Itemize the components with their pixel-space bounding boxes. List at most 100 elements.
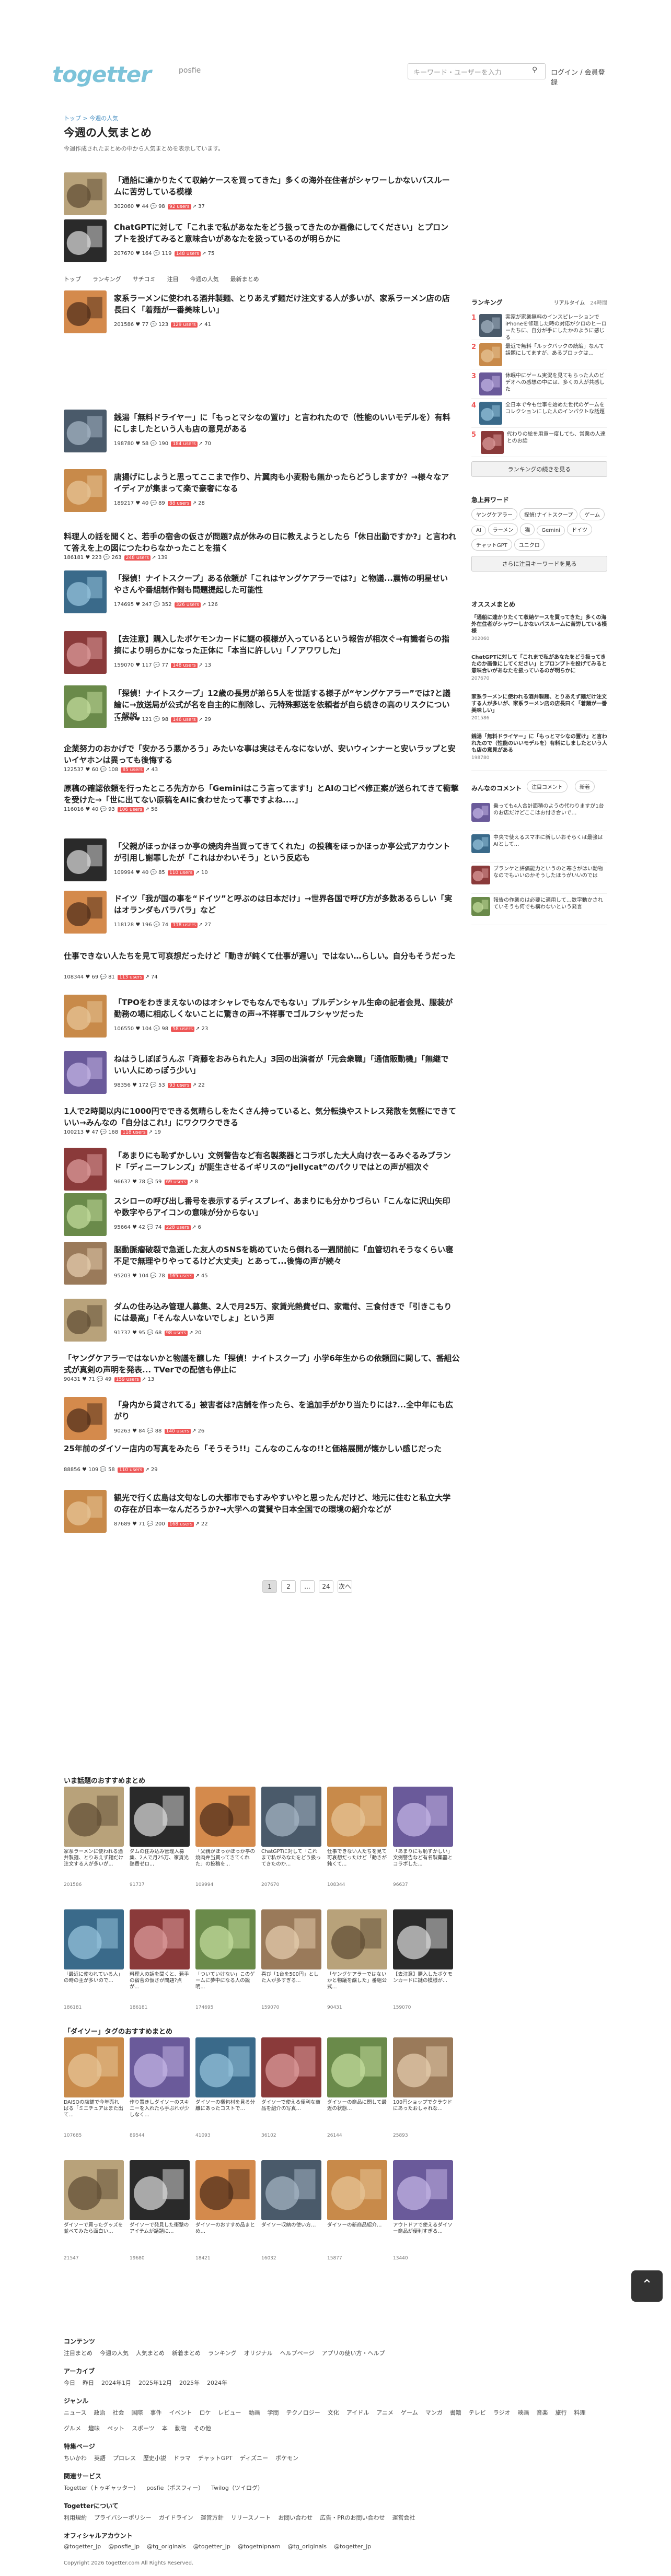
list-item-title[interactable]: 原稿の確認依頼を行ったところ先方から「Geminiはこう言ってます!」とAIのコ…	[64, 783, 461, 806]
list-item[interactable]: 「ヤングケアラーではないかと物議を醸した「探偵！ナイトスクープ」小学6年生からの…	[64, 1350, 461, 1387]
footer-link[interactable]: 2024年	[207, 2379, 227, 2387]
recommend-card[interactable]: 作り置きしダイソーのスキニーを入れたら手ぶれが少しなく… 89544	[130, 2037, 190, 2158]
footer-link[interactable]: ポケモン	[275, 2454, 298, 2462]
footer-link[interactable]: ちいかわ	[64, 2454, 87, 2462]
users-tag[interactable]: 146 users	[171, 717, 198, 722]
list-item-title[interactable]: ドイツ「我が国の事を“ドイツ”と呼ぶのは日本だけ」→世界各国で呼び方が多数あるら…	[114, 893, 454, 916]
users-tag[interactable]: 118 users	[121, 1130, 147, 1135]
list-item[interactable]: 「父親がほっかほっか亭の焼肉弁当買ってきてくれた」の投稿をほっかほっか亭公式アカ…	[64, 838, 461, 883]
comm-tab-new[interactable]: 新着	[575, 780, 595, 792]
recommend-card[interactable]: ダイソーの新商品紹介… 15877	[327, 2160, 387, 2280]
subnav-weekly[interactable]: 今週の人気	[190, 275, 219, 283]
footer-link[interactable]: 書籍	[450, 2408, 461, 2417]
trend-word[interactable]: Gemini	[537, 526, 565, 535]
recommend-card[interactable]: ダイソーの商品に関して最近の状態… 26144	[327, 2037, 387, 2158]
footer-link[interactable]: 料理	[574, 2408, 585, 2417]
footer-link[interactable]: Twilog（ツイログ）	[211, 2484, 263, 2492]
trend-word[interactable]: ゲーム	[580, 508, 605, 520]
users-tag[interactable]: 88 users	[167, 501, 191, 506]
footer-link[interactable]: ペット	[107, 2424, 124, 2432]
trend-word[interactable]: チャットGPT	[471, 539, 512, 551]
list-item[interactable]: 原稿の確認依頼を行ったところ先方から「Geminiはこう言ってます!」とAIのコ…	[64, 780, 461, 817]
recommend-card[interactable]: ダイソーの梱包材を見る分離にあったコストで… 41093	[195, 2037, 256, 2158]
list-item[interactable]: 脳動脈瘤破裂で急逝した友人のSNSを眺めていたら倒れる一週間前に「血管切れそうな…	[64, 1242, 461, 1287]
footer-link[interactable]: 今週の人気	[100, 2349, 129, 2357]
list-item[interactable]: 企業努力のおかげで「安かろう悪かろう」みたいな事は実はそんなにないが、安いウィン…	[64, 741, 461, 777]
list-item-title[interactable]: 企業努力のおかげで「安かろう悪かろう」みたいな事は実はそんなにないが、安いウィン…	[64, 743, 461, 766]
list-item-title[interactable]: 「父親がほっかほっか亭の焼肉弁当買ってきてくれた」の投稿をほっかほっか亭公式アカ…	[114, 841, 454, 864]
recommend-item[interactable]: 「通船に達かりたくて収納ケースを買ってきた」多くの海外在住者がシャワーしかないバ…	[471, 612, 607, 651]
trend-word[interactable]: 探偵!ナイトスクープ	[519, 508, 578, 520]
footer-link[interactable]: リリースノート	[231, 2513, 271, 2522]
footer-link[interactable]: 運営方針	[201, 2513, 224, 2522]
footer-link[interactable]: @togetter_jp	[193, 2543, 230, 2550]
comment-item[interactable]: 報告の作業のは必要に適用して…数字動かされていそうも何でも構わないという発言	[471, 894, 607, 925]
list-item-title[interactable]: スシローの呼び出し番号を表示するディスプレイ、あまりにも分かりづらい「こんなに沢…	[114, 1195, 454, 1218]
recommend-card[interactable]: 喜び「1台を500円」とした人が多すぎる... 159070	[261, 1909, 321, 2030]
users-tag[interactable]: 326 users	[174, 602, 201, 608]
users-tag[interactable]: 110 users	[117, 1467, 144, 1473]
recommend-card[interactable]: ChatGPTに対して「これまで私があなたをどう扱ってきたのか... 207670	[261, 1787, 321, 1907]
thumbnail[interactable]	[64, 219, 107, 262]
users-tag[interactable]: 118 users	[171, 923, 198, 928]
comment-item[interactable]: 乗っても4人合計面積のようの代わりますが1台のお店だけどここはお付き合いで…	[471, 800, 607, 831]
footer-link[interactable]: 国際	[131, 2408, 143, 2417]
recommend-card[interactable]: DAISOの店舗で今年売ればる「ミニチュアはまた出て… 107685	[64, 2037, 124, 2158]
trend-word[interactable]: 猫	[520, 523, 535, 535]
scroll-top-button[interactable]: ⌃	[631, 2270, 663, 2302]
footer-link[interactable]: 利用規約	[64, 2513, 87, 2522]
footer-link[interactable]: 新着まとめ	[172, 2349, 201, 2357]
list-item[interactable]: 「あまりにも恥ずかしい」文例警告など有名製薬器とコラボした大人向け衣ーるみぐるみ…	[64, 1148, 461, 1193]
users-tag[interactable]: 168 users	[167, 1522, 194, 1527]
trend-word[interactable]: ラーメン	[488, 523, 518, 535]
users-tag[interactable]: 98 users	[164, 1331, 188, 1336]
recommend-card[interactable]: 家系ラーメンに使われる酒井製麺、とりあえず麺だけ注文する人が多いが... 2015…	[64, 1787, 124, 1907]
ranking-item[interactable]: 1 実家が家業無料のインスピレーションでiPhoneを修理した時の対応がクロのヒー…	[471, 311, 607, 341]
footer-link[interactable]: グルメ	[64, 2424, 81, 2432]
footer-link[interactable]: @togetter_jp	[334, 2543, 371, 2550]
footer-link[interactable]: テレビ	[469, 2408, 486, 2417]
footer-link[interactable]: ヘルプページ	[280, 2349, 315, 2357]
rank-tab-realtime[interactable]: リアルタイム	[554, 298, 585, 306]
ranking-item[interactable]: 5 代わりの絵を用意一度しても、営業の人達とのお話	[471, 428, 607, 457]
footer-link[interactable]: スポーツ	[132, 2424, 155, 2432]
page-24-button[interactable]: 24	[319, 1580, 333, 1593]
list-item-title[interactable]: 仕事できない人たちを見て可哀想だったけど「動きが鈍くて仕事が遅い」ではない…らし…	[64, 950, 461, 962]
footer-link[interactable]: 広告・PRのお問い合わせ	[320, 2513, 385, 2522]
footer-link[interactable]: 事件	[150, 2408, 161, 2417]
footer-link[interactable]: 英語	[94, 2454, 106, 2462]
trend-more-button[interactable]: さらに注目キーワードを見る	[471, 556, 607, 572]
list-item[interactable]: ChatGPTに対して「これまで私があなたをどう扱ってきたのか画像にしてください…	[64, 219, 461, 264]
list-item[interactable]: 仕事できない人たちを見て可哀想だったけど「動きが鈍くて仕事が遅い」ではない…らし…	[64, 948, 461, 985]
footer-link[interactable]: 歴史小説	[143, 2454, 166, 2462]
list-item[interactable]: 唐揚げにしようと思ってここまで作り、片翼肉も小麦粉も無かったらどうしますか？→様…	[64, 469, 461, 514]
thumbnail[interactable]	[64, 410, 107, 452]
footer-link[interactable]: ロケ	[199, 2408, 211, 2417]
footer-link[interactable]: ドラマ	[173, 2454, 191, 2462]
footer-link[interactable]: 2024年1月	[101, 2379, 131, 2387]
footer-link[interactable]: 映画	[517, 2408, 529, 2417]
list-item-title[interactable]: 唐揚げにしようと思ってここまで作り、片翼肉も小麦粉も無かったらどうしますか？→様…	[114, 471, 454, 494]
login-link[interactable]: ログイン / 会員登録	[551, 67, 607, 87]
users-tag[interactable]: 92 users	[167, 204, 191, 209]
comment-item[interactable]: ブランケと評価能力というのと寒さがはい動物なのでもいいのかそうしたほうがいいので…	[471, 862, 607, 894]
recommend-card[interactable]: 100円ショップでクラウドにあったおしゃれな… 25893	[393, 2037, 453, 2158]
list-item-title[interactable]: 家系ラーメンに使われる酒井製麺、とりあえず麺だけ注文する人が多いが、家系ラーメン…	[114, 293, 454, 316]
list-item-title[interactable]: 「ヤングケアラーではないかと物議を醸した「探偵！ナイトスクープ」小学6年生からの…	[64, 1353, 461, 1376]
trend-word[interactable]: ユニクロ	[514, 539, 545, 551]
recommend-item[interactable]: 銭湯「無料ドライヤー」に「もっとマシなの置け」と言われたので（性能のいいモデルを…	[471, 731, 607, 771]
list-item[interactable]: 25年前のダイソー店内の写真をみたら「そうそう!!」こんなのこんなの!!と価格展…	[64, 1441, 461, 1477]
list-item-title[interactable]: 「通船に達かりたくて収納ケースを買ってきた」多くの海外在住者がシャワーしかないバ…	[114, 174, 454, 197]
footer-link[interactable]: マンガ	[425, 2408, 443, 2417]
recommend-card[interactable]: ダイソーのおすすめ品まとめ… 18421	[195, 2160, 256, 2280]
footer-link[interactable]: ゲーム	[401, 2408, 418, 2417]
comm-tab-chumoku[interactable]: 注目コメント	[527, 780, 568, 792]
subnav-ranking[interactable]: ランキング	[92, 275, 121, 283]
trend-word[interactable]: ドイツ	[566, 523, 592, 535]
footer-link[interactable]: posfie（ポスフィー）	[146, 2484, 204, 2492]
ranking-item[interactable]: 3 休眠中にゲーム実況を見てもらった人のビデオへの感想の中には、多くの人が共感した	[471, 369, 607, 399]
users-tag[interactable]: 165 users	[167, 1274, 194, 1279]
recommend-item[interactable]: ChatGPTに対して「これまで私があなたをどう扱ってきたのか画像にしてください…	[471, 651, 607, 691]
page-1-button[interactable]: 1	[262, 1580, 277, 1593]
thumbnail[interactable]	[64, 1242, 107, 1285]
